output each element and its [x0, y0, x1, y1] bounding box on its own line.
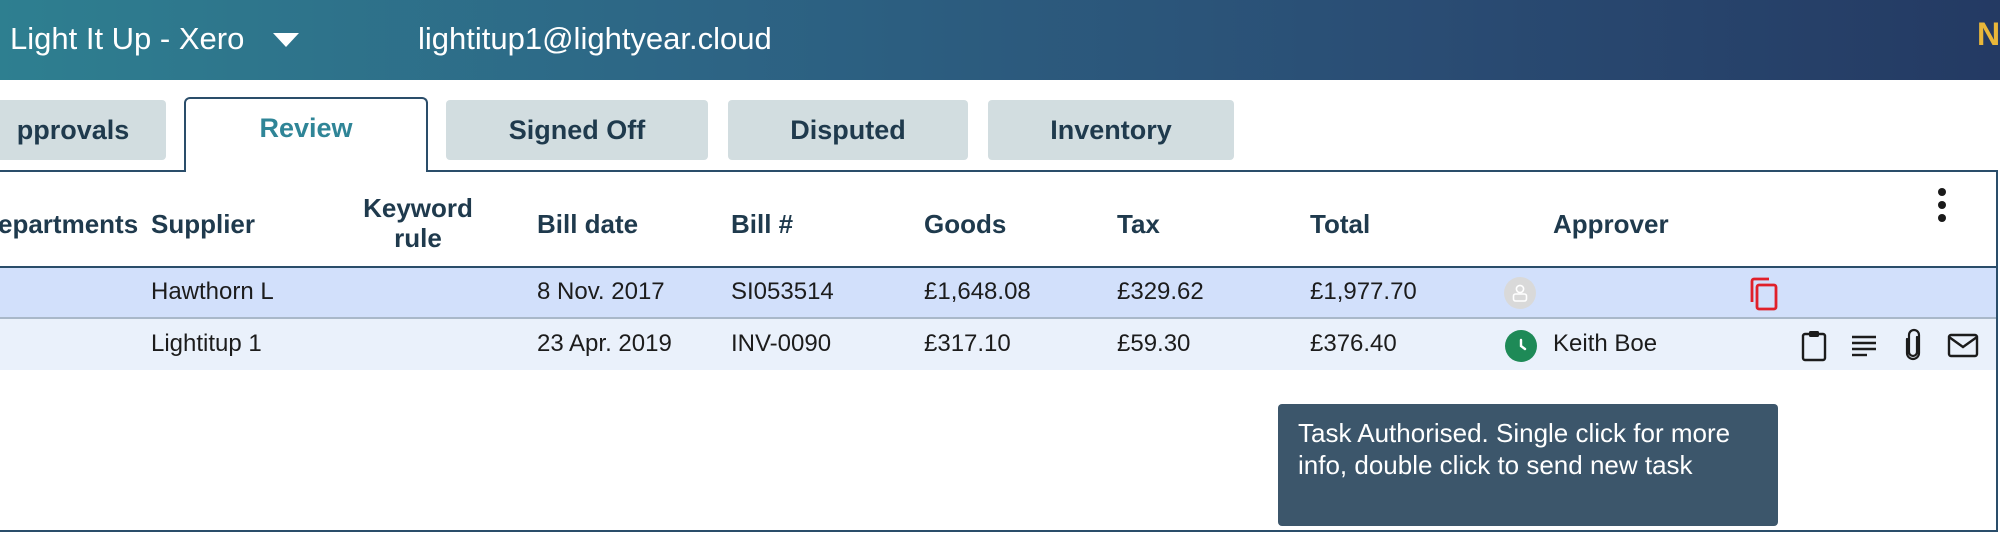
organisation-name[interactable]: Light It Up - Xero: [10, 20, 244, 58]
column-header-keyword-rule-line1: Keyword: [363, 193, 473, 223]
column-header-tax[interactable]: Tax: [1117, 209, 1160, 239]
cell-total: £376.40: [1310, 330, 1397, 357]
cell-total: £1,977.70: [1310, 278, 1417, 305]
tab-label: Signed Off: [508, 114, 646, 145]
cell-bill-number: SI053514: [731, 278, 834, 305]
tab-inventory[interactable]: Inventory: [988, 100, 1234, 160]
tab-disputed[interactable]: Disputed: [728, 100, 968, 160]
cell-bill-date: 8 Nov. 2017: [537, 278, 665, 305]
panel-border: [426, 170, 1998, 172]
tab-signed-off[interactable]: Signed Off: [446, 100, 708, 160]
notification-badge[interactable]: N: [1977, 16, 2000, 53]
tab-approvals[interactable]: pprovals: [0, 100, 166, 160]
tab-label: Review: [259, 112, 353, 143]
tab-label: Disputed: [790, 114, 906, 145]
table-row[interactable]: Lightitup 1 23 Apr. 2019 INV-0090 £317.1…: [0, 319, 1996, 370]
panel-border: [0, 530, 1998, 532]
user-placeholder-icon[interactable]: [1504, 277, 1536, 309]
column-header-total[interactable]: Total: [1310, 209, 1370, 239]
cell-approver: Keith Boe: [1553, 330, 1658, 357]
cell-goods: £1,648.08: [924, 278, 1031, 305]
cell-goods: £317.10: [924, 330, 1011, 357]
cell-supplier: Lightitup 1: [151, 330, 262, 357]
column-header-keyword-rule-line2: rule: [394, 223, 442, 253]
column-header-approver[interactable]: Approver: [1553, 209, 1669, 239]
chevron-down-icon[interactable]: [273, 33, 299, 47]
notes-icon[interactable]: [1847, 328, 1881, 362]
copy-icon[interactable]: [1747, 276, 1781, 312]
clock-icon[interactable]: [1505, 330, 1537, 362]
cell-bill-number: INV-0090: [731, 330, 832, 357]
cell-tax: £59.30: [1117, 330, 1191, 357]
kebab-menu-icon[interactable]: [1936, 188, 1948, 224]
cell-supplier: Hawthorn L: [151, 278, 274, 305]
column-header-goods[interactable]: Goods: [924, 209, 1006, 239]
column-header-keyword-rule[interactable]: Keyword rule: [350, 193, 486, 253]
attachment-icon[interactable]: [1897, 328, 1931, 362]
panel-border: [1996, 170, 1998, 530]
panel-border: [0, 170, 186, 172]
tab-label: Inventory: [1050, 114, 1172, 145]
column-header-bill-number[interactable]: Bill #: [731, 209, 793, 239]
user-email: lightitup1@lightyear.cloud: [418, 21, 772, 56]
top-bar: Light It Up - Xero lightitup1@lightyear.…: [0, 0, 2000, 80]
email-icon[interactable]: [1946, 328, 1980, 362]
column-header-supplier[interactable]: Supplier: [151, 209, 255, 239]
cell-tax: £329.62: [1117, 278, 1204, 305]
cell-bill-date: 23 Apr. 2019: [537, 330, 672, 357]
clipboard-icon[interactable]: [1797, 328, 1831, 362]
tab-label: pprovals: [16, 114, 130, 145]
column-header-bill-date[interactable]: Bill date: [537, 209, 638, 239]
column-header-departments[interactable]: epartments: [0, 209, 138, 239]
status-tooltip: Task Authorised. Single click for more i…: [1278, 404, 1778, 526]
tab-review[interactable]: Review: [184, 97, 428, 171]
table-row[interactable]: Hawthorn L 8 Nov. 2017 SI053514 £1,648.0…: [0, 268, 1996, 319]
